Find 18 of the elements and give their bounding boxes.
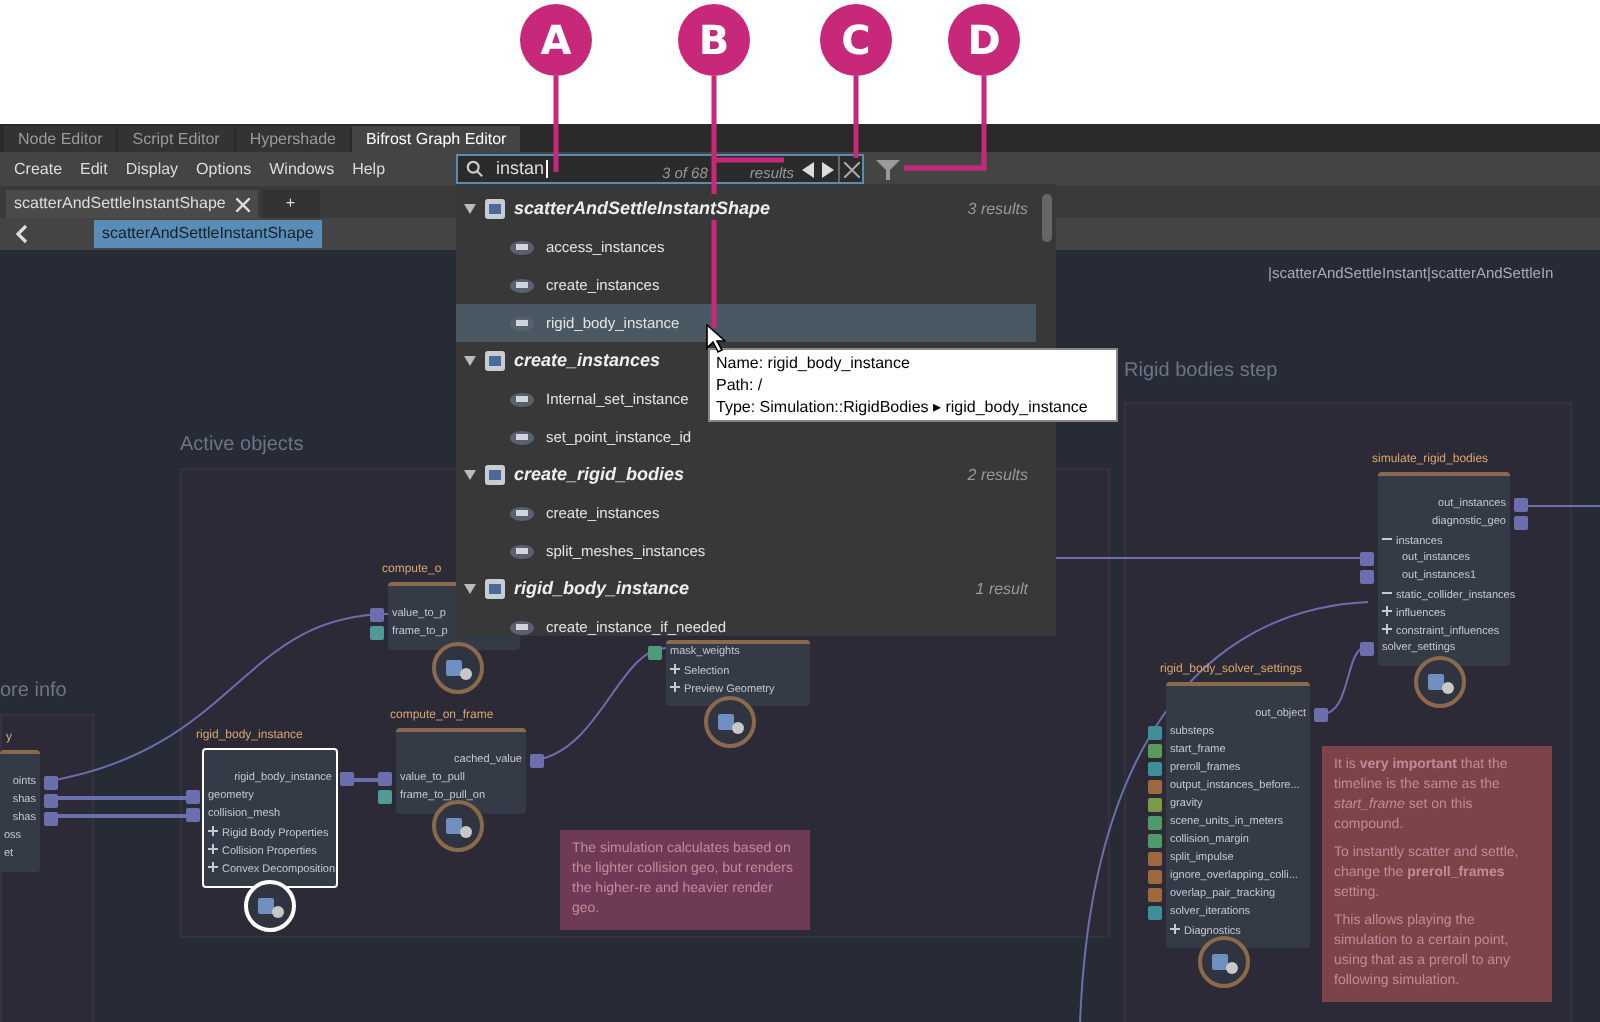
group-title: ore info — [0, 682, 67, 702]
result-group-title: create_instances — [514, 347, 661, 374]
tooltip-text: Path: / — [716, 374, 765, 396]
tooltip-text: Name: rigid_body_instance — [716, 352, 912, 374]
group-title: Rigid bodies step — [1124, 362, 1278, 382]
callout-badge: A — [520, 4, 592, 76]
group-title: Active objects — [180, 436, 304, 456]
tooltip-text: Type: Simulation::RigidBodies ▸ rigid_body_instance — [716, 396, 1090, 418]
callout-badge: D — [948, 4, 1020, 76]
result-group-title: create_rigid_bodies — [514, 461, 685, 488]
result-count: 2 results — [967, 463, 1028, 487]
result-count: 1 result — [975, 577, 1028, 601]
result-count: 3 results — [967, 197, 1028, 221]
result-group-title: scatterAndSettleInstantShape — [514, 195, 771, 222]
result-group-title: rigid_body_instance — [514, 575, 690, 602]
callout-badge: B — [678, 4, 750, 76]
search-text: instan — [496, 160, 549, 178]
callout-badge: C — [820, 4, 892, 76]
